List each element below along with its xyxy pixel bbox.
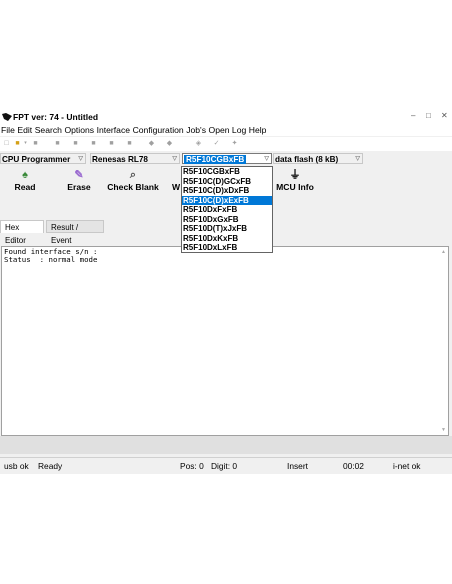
status-bar: usb ok Ready Pos: 0 Digit: 0 Insert 00:0… — [0, 457, 452, 473]
toolbar: □ ■ ▾ ■ ■ ■ ■ ■ ■ ◆ ◆ ◈ ✓ ✦ — [0, 137, 452, 151]
write-icon — [171, 168, 181, 182]
device-option[interactable]: R5F10DxGxFB — [182, 215, 272, 225]
undo-icon[interactable]: ◆ — [148, 140, 155, 147]
menu-configuration[interactable]: Configuration — [133, 125, 184, 135]
menu-edit[interactable]: Edit — [17, 125, 32, 135]
write-button[interactable]: W — [171, 168, 181, 192]
usb-status: usb ok — [4, 461, 29, 471]
mcu-info-icon: ⏚ — [289, 169, 301, 181]
device-option[interactable]: R5F10C(D)GCxFB — [182, 177, 272, 187]
read-button[interactable]: ♠ Read — [10, 168, 40, 192]
device-select[interactable]: R5F10CGBxFB ▽ — [182, 153, 272, 164]
redo-icon[interactable]: ◆ — [166, 140, 173, 147]
write-label: W — [171, 182, 181, 192]
app-state: Ready — [38, 461, 63, 471]
mcu-info-button[interactable]: ⏚ MCU Info — [272, 168, 318, 192]
vertical-scrollbar[interactable]: ▲ ▼ — [439, 247, 448, 435]
menu-open-log[interactable]: Open Log — [209, 125, 247, 135]
open-dropdown-icon[interactable]: ▾ — [22, 140, 29, 147]
open-folder-icon[interactable]: ■ — [14, 140, 21, 147]
delete-icon[interactable]: ■ — [108, 140, 115, 147]
erase-label: Erase — [67, 182, 91, 192]
check-blank-label: Check Blank — [107, 182, 159, 192]
new-file-icon[interactable]: □ — [3, 140, 10, 147]
menu-bar: File Edit Search Options Interface Confi… — [0, 124, 452, 136]
device-option-highlighted[interactable]: R5F10C(D)xExFB — [182, 195, 272, 205]
read-icon: ♠ — [22, 169, 28, 181]
save-icon[interactable]: ■ — [32, 140, 39, 147]
window-title: FPT ver: 74 - Untitled — [13, 112, 99, 122]
check-blank-button[interactable]: ⌕ Check Blank — [104, 168, 162, 192]
menu-file[interactable]: File — [1, 125, 15, 135]
eraser-icon: ✎ — [74, 169, 84, 181]
title-bar: FPT ver: 74 - Untitled – □ ✕ — [0, 110, 452, 124]
tab-result-event[interactable]: Result / Event — [46, 220, 104, 245]
menu-jobs[interactable]: Job's — [186, 125, 206, 135]
device-option[interactable]: R5F10DxKxFB — [182, 234, 272, 244]
device-option[interactable]: R5F10DxLxFB — [182, 243, 272, 253]
read-label: Read — [14, 182, 36, 192]
menu-help[interactable]: Help — [249, 125, 267, 135]
minimize-button[interactable]: – — [411, 111, 415, 120]
chevron-down-icon: ▽ — [264, 156, 269, 162]
tab-hex-editor[interactable]: Hex Editor — [0, 220, 44, 245]
chevron-down-icon: ▽ — [172, 156, 177, 162]
device-option[interactable]: R5F10D(T)xJxFB — [182, 224, 272, 234]
menu-options[interactable]: Options — [64, 125, 94, 135]
family-value: Renesas RL78 — [92, 155, 148, 164]
flash-area-value: data flash (8 kB) — [275, 155, 339, 164]
scroll-up-icon[interactable]: ▲ — [441, 249, 446, 255]
magnifier-icon: ⌕ — [129, 169, 137, 181]
cursor-position: Pos: 0 — [180, 461, 204, 471]
inet-status: i-net ok — [393, 461, 421, 471]
program-icon[interactable]: ✦ — [231, 140, 238, 147]
cut-icon[interactable]: ■ — [54, 140, 61, 147]
selector-row: CPU Programmer ▽ Renesas RL78 ▽ R5F10CGB… — [0, 152, 452, 166]
close-button[interactable]: ✕ — [441, 111, 448, 120]
device-option[interactable]: R5F10C(D)xDxFB — [182, 186, 272, 196]
log-line: Status : normal mode — [4, 255, 98, 264]
app-window: FPT ver: 74 - Untitled – □ ✕ File Edit S… — [0, 110, 452, 474]
edit-mode: Insert — [287, 461, 308, 471]
cursor-digit: Digit: 0 — [211, 461, 238, 471]
copy-icon[interactable]: ■ — [72, 140, 79, 147]
flash-area-select[interactable]: data flash (8 kB) ▽ — [273, 153, 363, 164]
device-option[interactable]: R5F10CGBxFB — [182, 167, 272, 177]
programmer-value: CPU Programmer — [2, 155, 71, 164]
chevron-down-icon: ▽ — [78, 156, 83, 162]
family-select[interactable]: Renesas RL78 ▽ — [90, 153, 180, 164]
chevron-down-icon: ▽ — [355, 156, 360, 162]
maximize-button[interactable]: □ — [426, 111, 431, 120]
app-icon — [2, 113, 12, 121]
device-option[interactable]: R5F10DxFxFB — [182, 205, 272, 215]
print-icon[interactable]: ■ — [126, 140, 133, 147]
progress-band — [0, 436, 452, 454]
find-icon[interactable]: ◈ — [195, 140, 202, 147]
scroll-down-icon[interactable]: ▼ — [441, 427, 446, 433]
verify-icon[interactable]: ✓ — [213, 140, 220, 147]
programmer-select[interactable]: CPU Programmer ▽ — [0, 153, 86, 164]
menu-interface[interactable]: Interface — [97, 125, 130, 135]
device-value: R5F10CGBxFB — [184, 155, 247, 164]
device-dropdown-list[interactable]: R5F10CGBxFB R5F10C(D)GCxFB R5F10C(D)xDxF… — [181, 166, 273, 253]
erase-button[interactable]: ✎ Erase — [62, 168, 96, 192]
mcu-info-label: MCU Info — [276, 182, 314, 192]
log-output[interactable]: Found interface s/n : Status : normal mo… — [1, 246, 449, 436]
menu-search[interactable]: Search — [35, 125, 62, 135]
elapsed-time: 00:02 — [343, 461, 364, 471]
paste-icon[interactable]: ■ — [90, 140, 97, 147]
